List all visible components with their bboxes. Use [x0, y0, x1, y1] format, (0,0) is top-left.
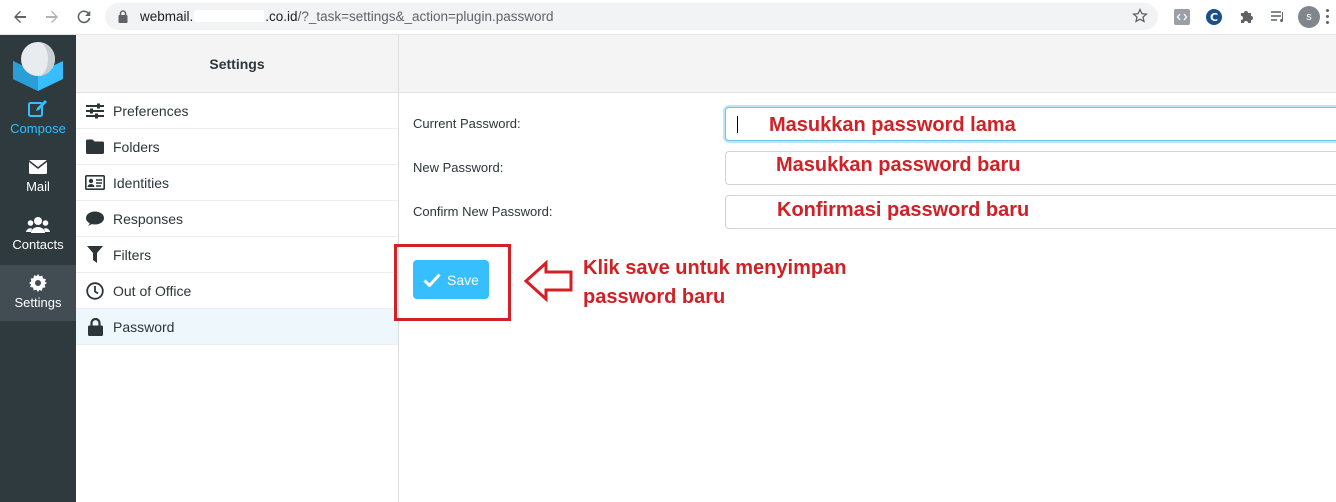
save-button-label: Save [447, 271, 479, 288]
password-form-panel: Current Password: Masukkan password lama… [394, 35, 1336, 502]
forward-icon[interactable] [40, 6, 64, 28]
back-icon[interactable] [8, 6, 32, 28]
reload-icon[interactable] [72, 6, 96, 28]
settings-item-label: Preferences [113, 102, 189, 119]
c-extension-icon[interactable]: C [1204, 7, 1224, 27]
browser-menu-icon[interactable] [1326, 9, 1330, 25]
settings-item-responses[interactable]: Responses [76, 201, 398, 237]
settings-item-label: Out of Office [113, 282, 192, 299]
save-annotation-line2: password baru [583, 286, 726, 308]
task-contacts[interactable]: Contacts [0, 207, 76, 263]
url-prefix: webmail. [140, 9, 194, 24]
task-compose[interactable]: Compose [0, 91, 76, 147]
settings-item-folders[interactable]: Folders [76, 129, 398, 165]
puzzle-icon[interactable] [1236, 7, 1256, 27]
address-bar[interactable]: webmail. .co.id/?_task=settings&_action=p… [105, 3, 1158, 30]
browser-toolbar: webmail. .co.id/?_task=settings&_action=p… [0, 0, 1336, 35]
task-mail[interactable]: Mail [0, 149, 76, 205]
settings-title: Settings [76, 35, 398, 93]
settings-item-filters[interactable]: Filters [76, 237, 398, 273]
new-password-label: New Password: [413, 160, 504, 175]
url-redacted [194, 10, 265, 22]
svg-text:C: C [1210, 11, 1218, 24]
new-password-annotation: Masukkan password baru [776, 154, 1021, 176]
settings-item-label: Filters [113, 246, 152, 263]
url-text: webmail. .co.id/?_task=settings&_action=p… [140, 9, 553, 24]
task-settings-label: Settings [14, 295, 62, 310]
confirm-password-annotation: Konfirmasi password baru [777, 199, 1030, 221]
save-annotation-line1: Klik save untuk menyimpan [583, 257, 847, 279]
settings-sidebar: Settings Preferences Folders Identities … [76, 35, 399, 502]
content-header [399, 35, 1336, 93]
current-password-label: Current Password: [413, 116, 521, 131]
envelope-icon [0, 158, 76, 176]
comment-icon [85, 209, 105, 229]
roundcube-logo [10, 39, 66, 91]
compose-icon [0, 100, 76, 118]
settings-item-label: Responses [113, 210, 184, 227]
settings-item-preferences[interactable]: Preferences [76, 93, 398, 129]
users-icon [0, 216, 76, 234]
confirm-password-label: Confirm New Password: [413, 204, 553, 219]
url-path: /?_task=settings&_action=plugin.password [297, 9, 554, 24]
settings-item-label: Password [113, 318, 175, 335]
lock-icon[interactable] [118, 10, 128, 28]
settings-item-label: Identities [113, 174, 170, 191]
settings-item-label: Folders [113, 138, 160, 155]
task-menu: Compose Mail Contacts Settings [0, 35, 76, 502]
lock-icon [85, 317, 105, 337]
star-icon[interactable] [1132, 7, 1148, 29]
filter-icon [85, 245, 105, 265]
text-caret [737, 116, 738, 133]
task-mail-label: Mail [26, 179, 50, 194]
left-arrow-icon [524, 260, 573, 302]
folder-icon [85, 137, 105, 157]
task-compose-label: Compose [10, 121, 66, 136]
code-extension-icon[interactable] [1172, 7, 1192, 27]
settings-item-identities[interactable]: Identities [76, 165, 398, 201]
save-button[interactable]: Save [413, 260, 489, 299]
gear-icon [0, 274, 76, 292]
sliders-icon [85, 101, 105, 121]
task-contacts-label: Contacts [12, 237, 64, 252]
url-domain: .co.id [265, 9, 298, 24]
current-password-annotation: Masukkan password lama [769, 114, 1016, 136]
check-icon [423, 272, 441, 287]
clock-icon [85, 281, 105, 301]
reading-list-icon[interactable] [1268, 7, 1288, 27]
id-card-icon [85, 173, 105, 193]
task-settings[interactable]: Settings [0, 265, 76, 321]
settings-item-out-of-office[interactable]: Out of Office [76, 273, 398, 309]
profile-avatar[interactable]: s [1298, 6, 1320, 28]
settings-item-password[interactable]: Password [76, 309, 398, 345]
save-annotation: Klik save untuk menyimpan password baru [583, 254, 846, 312]
